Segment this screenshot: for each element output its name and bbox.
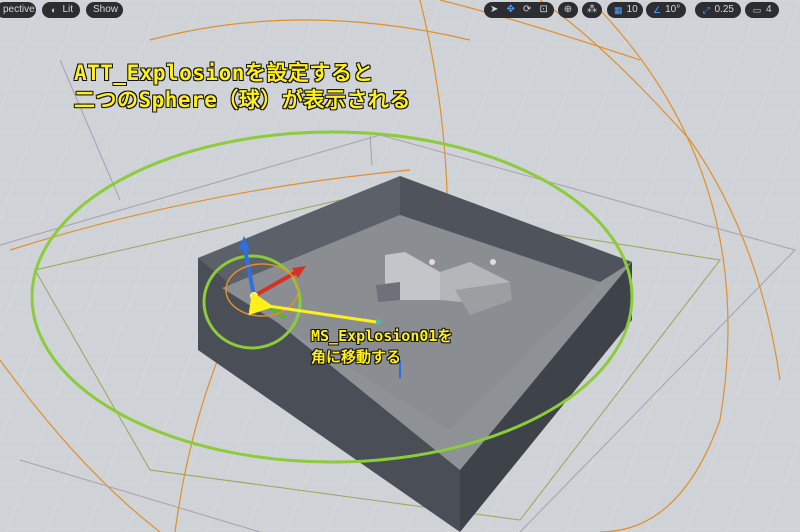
- callout-arrow-line1: MS_Explosion01を: [310, 326, 453, 345]
- level-viewport[interactable]: pective ◐ Lit Show ➤ ✥ ⟳ ⊡ ⊕ ⁂ ▦ 10 ∠ 10…: [0, 0, 800, 532]
- lit-label: Lit: [62, 4, 73, 15]
- scale-snap-value: 0.25: [714, 4, 734, 15]
- callout-top-line1: ATT_Explosionを設定すると: [73, 60, 374, 85]
- scale-snap-button[interactable]: ⤢ 0.25: [695, 2, 741, 18]
- callout-top-line2: 二つのSphere（球）が表示される: [73, 87, 411, 112]
- camera-icon: ▭: [752, 5, 762, 15]
- perspective-label: pective: [3, 4, 35, 15]
- lit-mode-icon: ◐: [51, 5, 57, 15]
- transform-tools: ➤ ✥ ⟳ ⊡: [484, 2, 554, 18]
- surface-snap-toggle[interactable]: ⁂: [582, 2, 602, 18]
- rotation-snap-value: 10°: [665, 4, 681, 15]
- show-label: Show: [93, 4, 119, 15]
- move-arrows-icon[interactable]: ✥: [506, 2, 517, 18]
- camera-speed-button[interactable]: ▭ 4: [745, 2, 779, 18]
- rotate-icon[interactable]: ⟳: [522, 2, 533, 18]
- globe-icon: ⊕: [563, 4, 573, 15]
- show-button[interactable]: Show: [86, 2, 123, 18]
- callout-arrow-line2: 角に移動する: [310, 347, 402, 366]
- grid-icon: ▦: [614, 5, 623, 15]
- angle-icon: ∠: [653, 5, 662, 15]
- callout-top: ATT_Explosionを設定すると 二つのSphere（球）が表示される: [73, 60, 411, 114]
- grid-snap-button[interactable]: ▦ 10: [607, 2, 643, 18]
- select-cursor-icon[interactable]: ➤: [489, 2, 500, 18]
- perspective-button[interactable]: pective: [0, 2, 36, 18]
- scale-icon[interactable]: ⊡: [539, 2, 550, 18]
- lit-button[interactable]: ◐ Lit: [42, 2, 80, 18]
- rotation-snap-button[interactable]: ∠ 10°: [646, 2, 686, 18]
- scale-arrow-icon: ⤢: [702, 5, 710, 15]
- surface-snap-icon: ⁂: [587, 4, 597, 15]
- world-local-toggle[interactable]: ⊕: [558, 2, 578, 18]
- callout-arrow-text: MS_Explosion01を 角に移動する: [310, 326, 453, 368]
- grid-snap-value: 10: [626, 4, 638, 15]
- camera-speed-value: 4: [766, 4, 772, 15]
